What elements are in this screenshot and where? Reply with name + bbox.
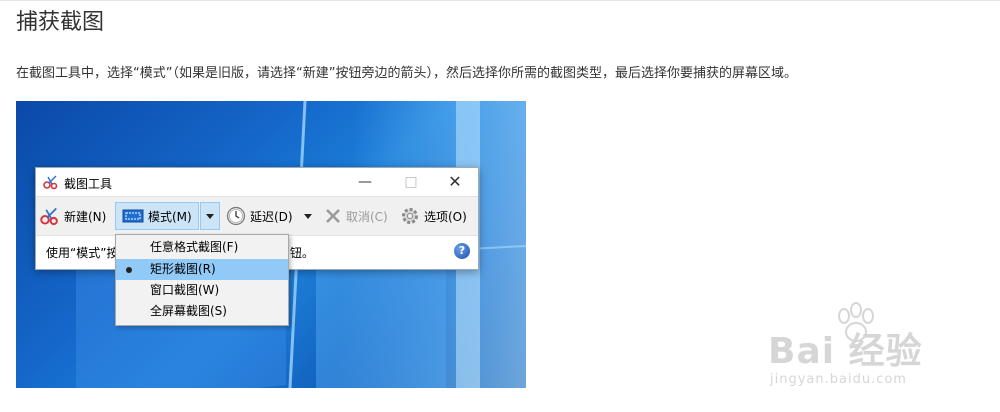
menu-item-label: 任意格式截图(F) <box>150 240 239 254</box>
close-icon[interactable]: ✕ <box>432 171 478 193</box>
baidu-jingyan-watermark: Bai 经验 jingyan.baidu.com <box>768 300 1000 412</box>
menu-item-label: 窗口截图(W) <box>150 283 220 297</box>
delay-dropdown-arrow[interactable] <box>304 202 312 230</box>
mode-dropdown-menu: 任意格式截图(F) 矩形截图(R) 窗口截图(W) 全屏幕截图(S) <box>115 234 289 326</box>
watermark-url: jingyan.baidu.com <box>770 372 907 387</box>
status-text: 使用“模式”按 <box>46 246 119 260</box>
menu-item-rectangular-snip[interactable]: 矩形截图(R) <box>116 259 288 280</box>
options-button[interactable]: 选项(O) <box>400 202 467 230</box>
maximize-icon[interactable]: □ <box>388 171 434 193</box>
help-icon[interactable]: ? <box>454 243 470 259</box>
menu-item-full-screen-snip[interactable]: 全屏幕截图(S) <box>116 301 288 322</box>
rectangle-snip-icon <box>122 209 144 223</box>
mode-dropdown-arrow[interactable] <box>200 202 220 230</box>
title-bar[interactable]: 截图工具 — □ ✕ <box>36 168 478 196</box>
top-divider <box>0 0 1000 1</box>
intro-paragraph: 在截图工具中，选择“模式”（如果是旧版，请选择“新建”按钮旁边的箭头），然后选择… <box>16 66 797 81</box>
options-button-label: 选项(O) <box>424 209 467 224</box>
page-title: 捕获截图 <box>16 10 105 35</box>
mode-button-label: 模式(M) <box>148 209 192 224</box>
minimize-icon[interactable]: — <box>342 171 388 193</box>
scissors-icon <box>43 175 58 190</box>
new-button-label: 新建(N) <box>64 209 107 224</box>
toolbar: 新建(N) 模式(M) 延迟(D) 取消(C) 选项(O) <box>36 196 478 236</box>
chevron-down-icon <box>206 213 214 219</box>
menu-item-label: 全屏幕截图(S) <box>150 304 227 318</box>
cancel-x-icon <box>326 209 340 223</box>
clock-icon <box>226 206 246 226</box>
cancel-button-label: 取消(C) <box>346 209 388 224</box>
mode-button[interactable]: 模式(M) <box>115 202 199 230</box>
delay-button-label: 延迟(D) <box>250 209 293 224</box>
delay-button[interactable]: 延迟(D) <box>226 202 293 230</box>
status-text-tail: 钮。 <box>290 246 315 260</box>
menu-item-window-snip[interactable]: 窗口截图(W) <box>116 280 288 301</box>
menu-item-free-form-snip[interactable]: 任意格式截图(F) <box>116 237 288 258</box>
new-button[interactable]: 新建(N) <box>40 202 106 230</box>
selected-bullet-icon <box>126 267 132 273</box>
menu-item-label: 矩形截图(R) <box>150 262 216 276</box>
watermark-brand: Bai 经验 <box>768 331 923 372</box>
gear-icon <box>402 208 418 224</box>
chevron-down-icon <box>304 213 312 219</box>
cancel-button[interactable]: 取消(C) <box>324 202 388 230</box>
scissors-icon <box>40 207 58 226</box>
window-title: 截图工具 <box>64 177 113 191</box>
